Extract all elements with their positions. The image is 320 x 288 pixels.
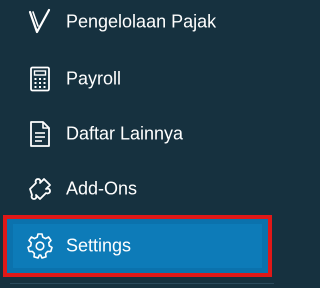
sidebar-item-pengelolaan-pajak[interactable]: Pengelolaan Pajak (0, 0, 284, 48)
sidebar-item-settings[interactable]: Settings (0, 218, 284, 274)
document-list-icon (26, 120, 54, 148)
sidebar-item-label: Daftar Lainnya (66, 123, 184, 144)
sidebar-item-payroll[interactable]: Payroll (0, 53, 284, 105)
sidebar-item-label: Settings (66, 235, 132, 256)
sidebar-item-label: Payroll (66, 68, 122, 89)
puzzle-icon (26, 175, 54, 203)
sidebar-item-label: Add-Ons (66, 178, 138, 199)
sidebar-item-label: Pengelolaan Pajak (66, 11, 217, 32)
divider (10, 283, 274, 284)
gear-icon (26, 232, 54, 260)
sidebar-menu: Pengelolaan Pajak Payroll Daftar Lainnya… (0, 0, 284, 288)
sidebar-item-add-ons[interactable]: Add-Ons (0, 163, 284, 215)
calculator-icon (26, 65, 54, 93)
sidebar-item-daftar-lainnya[interactable]: Daftar Lainnya (0, 108, 284, 160)
checkmark-icon (26, 8, 54, 36)
